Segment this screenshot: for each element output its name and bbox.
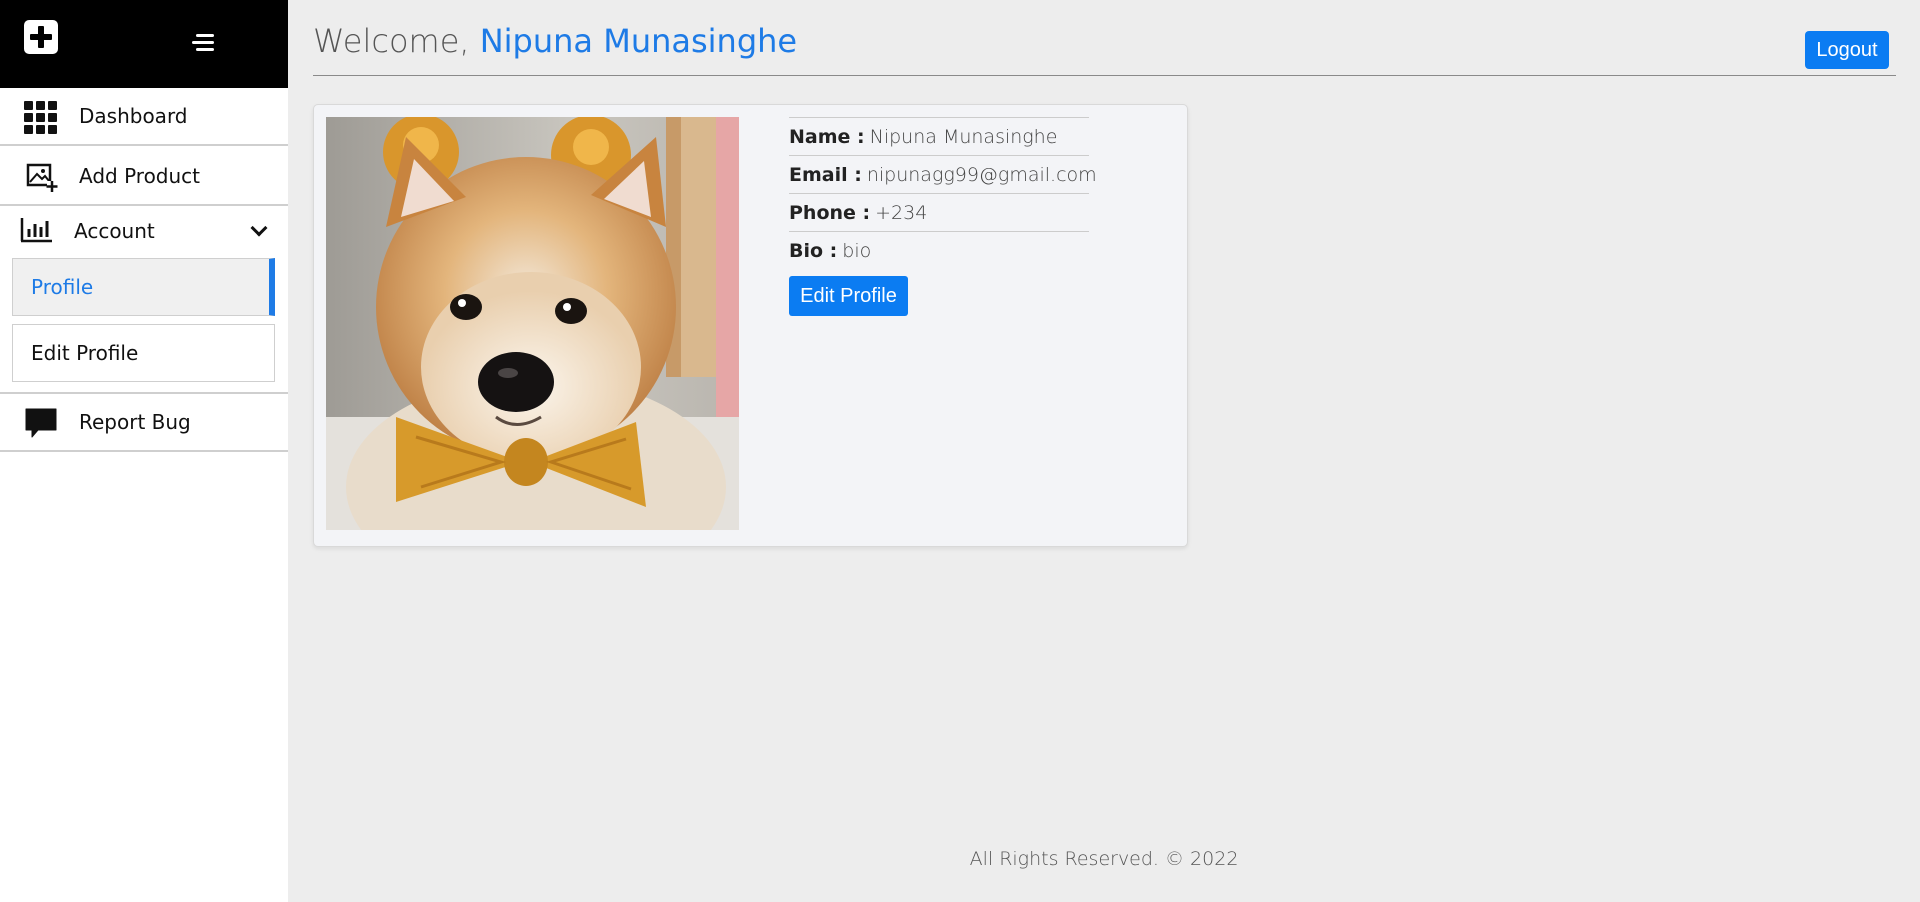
profile-name-row: Name : Nipuna Munasinghe bbox=[789, 117, 1089, 155]
sidebar-item-account[interactable]: Account bbox=[0, 208, 288, 254]
sidebar: Dashboard Add Product Account Profile Ed… bbox=[0, 0, 288, 902]
sidebar-item-label: Report Bug bbox=[79, 410, 191, 434]
sidebar-subitem-edit-profile[interactable]: Edit Profile bbox=[12, 324, 275, 382]
profile-info: Name : Nipuna Munasinghe Email : nipunag… bbox=[789, 117, 1097, 316]
grid-icon bbox=[24, 101, 57, 134]
dog-photo-illustration bbox=[326, 117, 739, 530]
medical-cross-icon[interactable] bbox=[24, 20, 58, 54]
sidebar-item-label: Dashboard bbox=[79, 104, 188, 128]
main-content: Welcome, Nipuna Munasinghe Logout Name:… bbox=[288, 0, 1920, 902]
welcome-user-name: Nipuna Munasinghe bbox=[479, 22, 798, 60]
phone-label: Phone : bbox=[789, 201, 871, 224]
footer-copyright: All Rights Reserved. © 2022 bbox=[969, 848, 1239, 870]
edit-profile-button[interactable]: Edit Profile bbox=[789, 276, 908, 316]
sidebar-subitem-label: Profile bbox=[31, 275, 94, 299]
sidebar-item-report-bug[interactable]: Report Bug bbox=[0, 392, 288, 452]
profile-email-row: Email : nipunagg99@gmail.com bbox=[789, 155, 1097, 193]
bio-label: Bio : bbox=[789, 239, 838, 262]
sidebar-item-label: Add Product bbox=[79, 164, 201, 188]
profile-card: Name : Nipuna Munasinghe Email : nipunag… bbox=[313, 104, 1188, 547]
sidebar-header bbox=[0, 0, 288, 88]
logout-button[interactable]: Logout bbox=[1805, 31, 1889, 69]
sidebar-item-label: Account bbox=[74, 219, 155, 243]
name-value: Nipuna Munasinghe bbox=[869, 125, 1058, 148]
sidebar-item-dashboard[interactable]: Dashboard bbox=[0, 88, 288, 146]
profile-bio-row: Bio : bio bbox=[789, 231, 1089, 269]
email-value: nipunagg99@gmail.com bbox=[866, 163, 1097, 186]
app-root: Dashboard Add Product Account Profile Ed… bbox=[0, 0, 1920, 902]
page-title: Welcome, Nipuna Munasinghe bbox=[313, 22, 797, 60]
phone-value: +234 bbox=[875, 201, 928, 224]
hamburger-menu-icon[interactable] bbox=[190, 32, 214, 54]
email-label: Email : bbox=[789, 163, 862, 186]
name-label: Name : bbox=[789, 125, 865, 148]
chevron-down-icon[interactable] bbox=[250, 219, 268, 237]
sidebar-item-add-product[interactable]: Add Product bbox=[0, 148, 288, 206]
welcome-greeting: Welcome, bbox=[313, 22, 470, 60]
bio-value: bio bbox=[842, 239, 872, 262]
sidebar-subitem-label: Edit Profile bbox=[31, 341, 139, 365]
profile-phone-row: Phone : +234 bbox=[789, 193, 1089, 231]
chat-bubble-icon bbox=[25, 408, 57, 438]
add-image-icon bbox=[26, 163, 58, 192]
profile-photo bbox=[326, 117, 739, 530]
bar-chart-icon bbox=[20, 218, 52, 243]
header-divider bbox=[313, 75, 1896, 76]
sidebar-subitem-profile[interactable]: Profile bbox=[12, 258, 275, 316]
